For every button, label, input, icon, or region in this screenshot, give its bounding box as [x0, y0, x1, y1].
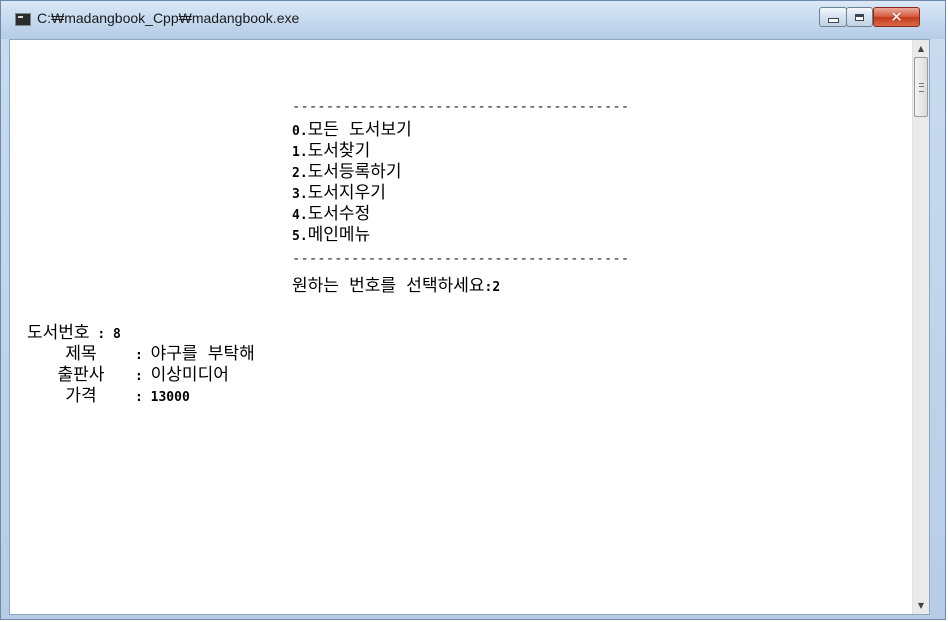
- menu-item-label: 도서찾기: [307, 141, 371, 161]
- record-label: 도서번호: [27, 323, 90, 343]
- close-icon: ✕: [890, 7, 903, 26]
- menu-item-number: 4.: [292, 208, 308, 223]
- scrollbar-thumb[interactable]: [914, 57, 928, 117]
- record-separator: :: [135, 348, 143, 363]
- menu-item-label: 도서수정: [307, 204, 371, 224]
- menu-prompt: 원하는 번호를 선택하세요:2: [292, 276, 500, 298]
- menu-item-number: 5.: [292, 229, 308, 244]
- scroll-down-icon[interactable]: ▼: [913, 597, 929, 614]
- grip-icon: [919, 83, 924, 92]
- menu-item-label: 도서등록하기: [307, 162, 402, 182]
- menu-item-number: 0.: [292, 124, 308, 139]
- record-value: 이상미디어: [150, 365, 229, 385]
- record-label: 출판사: [57, 365, 105, 385]
- menu-item-5: 5.메인메뉴: [292, 225, 370, 247]
- record-separator: :: [135, 369, 143, 384]
- close-button[interactable]: ✕: [873, 7, 920, 27]
- record-row-publisher: 출판사: 이상미디어: [27, 365, 229, 387]
- window-title: C:₩madangbook_Cpp₩madangbook.exe: [37, 10, 300, 26]
- vertical-scrollbar[interactable]: ▲ ▼: [912, 40, 929, 614]
- menu-item-1: 1.도서찾기: [292, 141, 370, 163]
- menu-item-2: 2.도서등록하기: [292, 162, 402, 184]
- prompt-label: 원하는 번호를 선택하세요: [292, 276, 485, 296]
- console-client-area: ----------------------------------------…: [9, 39, 930, 615]
- title-bar[interactable]: C:₩madangbook_Cpp₩madangbook.exe ✕: [1, 1, 945, 39]
- record-value: 8: [113, 327, 121, 342]
- menu-divider-top: ----------------------------------------: [292, 99, 630, 115]
- maximize-icon: [855, 13, 864, 21]
- menu-item-number: 3.: [292, 187, 308, 202]
- menu-item-label: 모든 도서보기: [307, 120, 412, 140]
- menu-divider-bottom: ----------------------------------------: [292, 251, 630, 267]
- menu-item-3: 3.도서지우기: [292, 183, 386, 205]
- record-row-price: 가격: 13000: [27, 386, 190, 408]
- scroll-up-icon[interactable]: ▲: [913, 40, 929, 57]
- record-label: 가격: [65, 386, 97, 406]
- prompt-value: 2: [492, 280, 501, 295]
- minimize-button[interactable]: [819, 7, 847, 27]
- record-separator: :: [135, 390, 143, 405]
- menu-item-number: 1.: [292, 145, 308, 160]
- menu-item-label: 메인메뉴: [307, 225, 371, 245]
- record-row-title: 제목: 야구를 부탁해: [27, 344, 255, 366]
- console-output[interactable]: ----------------------------------------…: [10, 40, 913, 614]
- menu-item-number: 2.: [292, 166, 308, 181]
- console-app-icon[interactable]: [15, 13, 31, 26]
- record-value: 13000: [150, 390, 190, 405]
- maximize-button[interactable]: [846, 7, 873, 27]
- minimize-icon: [827, 17, 839, 23]
- record-label: 제목: [65, 344, 97, 364]
- menu-item-label: 도서지우기: [307, 183, 386, 203]
- menu-item-0: 0.모든 도서보기: [292, 120, 412, 142]
- record-row-book-number: 도서번호 : 8: [27, 323, 121, 345]
- record-value: 야구를 부탁해: [150, 344, 255, 364]
- console-window: C:₩madangbook_Cpp₩madangbook.exe ✕ -----…: [0, 0, 946, 620]
- menu-item-4: 4.도서수정: [292, 204, 370, 226]
